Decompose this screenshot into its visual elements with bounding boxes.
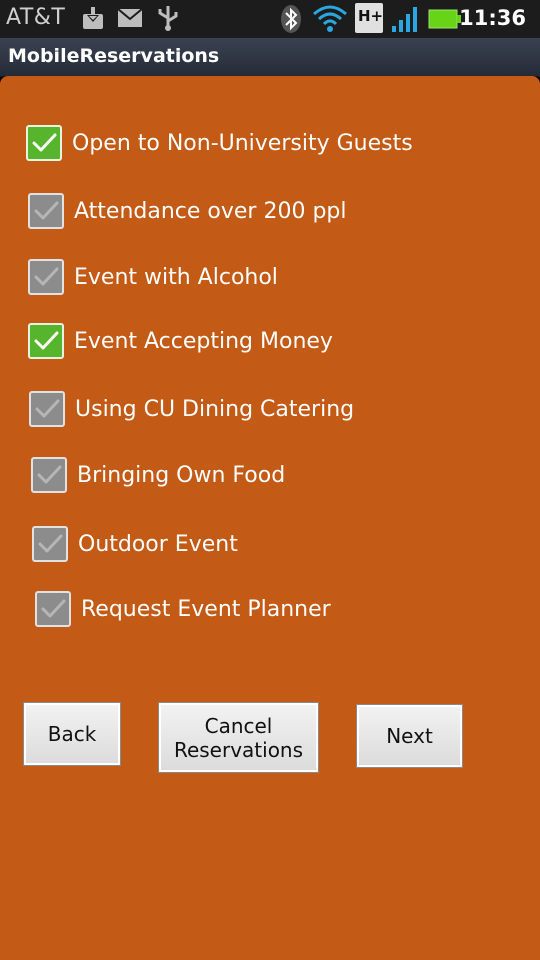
back-button-label: Back <box>47 722 97 746</box>
battery-icon <box>428 9 462 33</box>
option-label: Open to Non-University Guests <box>72 130 413 156</box>
checkbox-non-university-guests[interactable] <box>26 125 62 161</box>
option-label: Attendance over 200 ppl <box>74 198 347 224</box>
option-label: Using CU Dining Catering <box>75 396 355 422</box>
status-bar: AT&T H+ 11:36 <box>0 0 540 38</box>
option-label: Outdoor Event <box>78 531 238 557</box>
checkmark-icon <box>34 267 59 286</box>
network-label: H+ <box>358 7 383 25</box>
main-content: Open to Non-University Guests Attendance… <box>0 76 540 960</box>
checkbox-event-planner[interactable] <box>35 591 71 627</box>
bluetooth-icon <box>280 4 302 38</box>
option-row-dining-catering[interactable]: Using CU Dining Catering <box>29 391 354 427</box>
checkbox-dining-catering[interactable] <box>29 391 65 427</box>
checkbox-alcohol[interactable] <box>28 259 64 295</box>
option-row-event-planner[interactable]: Request Event Planner <box>35 591 331 627</box>
next-button[interactable]: Next <box>356 704 463 768</box>
wifi-icon <box>312 4 348 38</box>
clock: 11:36 <box>459 6 526 30</box>
back-button[interactable]: Back <box>23 702 121 766</box>
download-icon <box>80 4 106 36</box>
app-title: MobileReservations <box>8 45 220 67</box>
carrier-label: AT&T <box>6 5 66 30</box>
checkbox-own-food[interactable] <box>31 457 67 493</box>
checkmark-icon <box>34 331 59 350</box>
checkmark-icon <box>35 399 60 418</box>
usb-icon <box>155 4 181 36</box>
checkbox-attendance[interactable] <box>28 193 64 229</box>
mail-icon <box>117 8 143 32</box>
network-h-plus-icon: H+ <box>355 3 383 37</box>
cancel-reservations-button[interactable]: Cancel Reservations <box>158 702 319 773</box>
checkmark-icon <box>32 133 57 152</box>
checkmark-icon <box>41 599 66 618</box>
checkmark-icon <box>34 201 59 220</box>
checkbox-accepting-money[interactable] <box>28 323 64 359</box>
cancel-button-label-line1: Cancel <box>204 713 273 738</box>
option-row-attendance[interactable]: Attendance over 200 ppl <box>28 193 347 229</box>
checkmark-icon <box>38 534 63 553</box>
checkmark-icon <box>37 465 62 484</box>
option-label: Bringing Own Food <box>77 462 286 488</box>
option-label: Event Accepting Money <box>74 328 333 354</box>
option-row-own-food[interactable]: Bringing Own Food <box>31 457 285 493</box>
signal-icon <box>390 4 420 38</box>
checkbox-outdoor-event[interactable] <box>32 526 68 562</box>
option-row-non-university-guests[interactable]: Open to Non-University Guests <box>26 125 413 161</box>
option-label: Request Event Planner <box>81 596 331 622</box>
option-label: Event with Alcohol <box>74 264 278 290</box>
option-row-outdoor-event[interactable]: Outdoor Event <box>32 526 238 562</box>
next-button-label: Next <box>386 724 433 748</box>
option-row-alcohol[interactable]: Event with Alcohol <box>28 259 278 295</box>
screen: AT&T H+ 11:36 MobileReservations Open to… <box>0 0 540 960</box>
cancel-button-label-line2: Reservations <box>173 737 304 762</box>
title-bar: MobileReservations <box>0 38 540 77</box>
option-row-accepting-money[interactable]: Event Accepting Money <box>28 323 333 359</box>
